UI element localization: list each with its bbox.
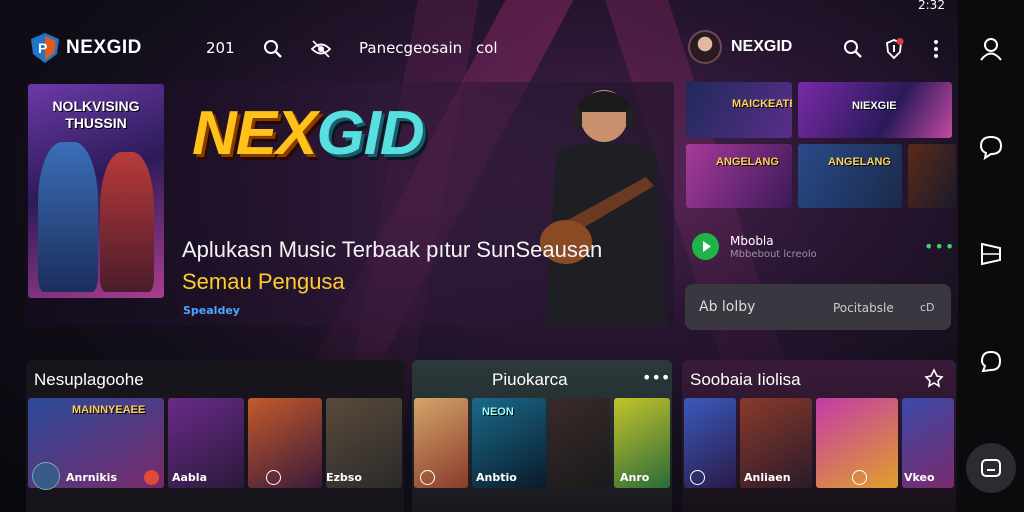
app-stage: P NEXGID 201 Panecgeosain col NEXGID NOL… bbox=[0, 0, 958, 512]
hero-headline: Aplukasn Music Terbaak pıtur SunSeausan bbox=[182, 237, 603, 262]
card-tile[interactable] bbox=[550, 398, 610, 488]
share-icon[interactable] bbox=[266, 470, 281, 485]
user-icon[interactable] bbox=[977, 35, 1005, 63]
hero-logo: NEXGID bbox=[192, 98, 425, 169]
logo-text-right: GID bbox=[316, 99, 424, 168]
home-button[interactable] bbox=[966, 443, 1016, 493]
card-tile[interactable] bbox=[248, 398, 322, 488]
tile-label: NEON bbox=[482, 406, 514, 418]
status-bar-time: 2:32 bbox=[918, 0, 945, 12]
bubble-icon[interactable] bbox=[977, 347, 1005, 375]
hero-subheadline: Semau Pengusa bbox=[182, 269, 345, 294]
now-playing-subtitle: Mbbebout lcreolo bbox=[730, 249, 817, 260]
card-title: Nesuplagoohe bbox=[34, 370, 144, 389]
tile-caption: Anbtio bbox=[476, 471, 517, 484]
shield-icon[interactable] bbox=[883, 38, 905, 60]
chat-icon[interactable] bbox=[977, 133, 1005, 161]
home-icon bbox=[981, 459, 1001, 477]
avatar[interactable] bbox=[32, 462, 60, 490]
card-title: Piuokarca bbox=[492, 370, 568, 389]
poster-title: NOLKVISING THUSSIN bbox=[52, 98, 140, 131]
search-input[interactable]: Ab lolby Pocitabsle cD bbox=[685, 284, 951, 330]
hero-poster[interactable]: NOLKVISING THUSSIN bbox=[28, 84, 164, 298]
now-playing-menu[interactable]: ••• bbox=[924, 237, 955, 256]
search-option[interactable]: cD bbox=[920, 301, 935, 314]
hero-tag[interactable]: Spealdey bbox=[183, 304, 240, 317]
more-horizontal-icon[interactable]: ••• bbox=[642, 368, 670, 387]
logo-text-left: NEX bbox=[192, 99, 317, 168]
tile-caption: Vkeo bbox=[904, 471, 935, 484]
more-vertical-icon[interactable] bbox=[925, 38, 947, 60]
app-logo-icon[interactable]: P bbox=[30, 32, 60, 64]
search-input-text: Ab lolby bbox=[699, 299, 756, 315]
badge-icon bbox=[852, 470, 867, 485]
share-icon[interactable] bbox=[690, 470, 705, 485]
svg-text:P: P bbox=[38, 40, 47, 56]
search-filter-label[interactable]: Pocitabsle bbox=[833, 301, 894, 315]
flag-icon[interactable] bbox=[977, 240, 1005, 268]
now-playing-title: Mbobla bbox=[730, 234, 774, 248]
badge-icon bbox=[144, 470, 159, 485]
playlist-thumb[interactable]: ANGELANG bbox=[798, 144, 902, 208]
tile-caption: Anrnikis bbox=[66, 471, 118, 484]
side-rail: 2:32 bbox=[918, 0, 1024, 512]
poster-figure bbox=[38, 142, 98, 292]
search-icon[interactable] bbox=[842, 38, 864, 60]
card-title: Soobaia Iiolisa bbox=[690, 370, 801, 389]
category-card[interactable]: Piuokarca ••• NEON Anbtio Anro bbox=[412, 360, 672, 512]
thumb-label: MAICKEATER bbox=[732, 98, 792, 110]
pin-icon[interactable] bbox=[924, 368, 944, 388]
playlist-thumb[interactable] bbox=[908, 144, 956, 208]
hero-artist-image bbox=[540, 90, 666, 326]
thumb-label: ANGELANG bbox=[828, 156, 891, 168]
play-icon bbox=[703, 241, 711, 252]
nav-link-primary[interactable]: Panecgeosain bbox=[359, 39, 462, 57]
playlist-thumb[interactable]: NIEXGIE bbox=[798, 82, 952, 138]
nav-link-secondary[interactable]: col bbox=[476, 39, 498, 57]
brand-name[interactable]: NEXGID bbox=[66, 37, 142, 59]
category-card[interactable]: Nesuplagoohe MAINNYEAEE Anrnikis Aabla E… bbox=[26, 360, 404, 512]
play-button[interactable] bbox=[692, 233, 719, 260]
playlist-thumb[interactable]: ANGELANG bbox=[686, 144, 792, 208]
top-nav: P NEXGID 201 Panecgeosain col NEXGID bbox=[0, 28, 958, 70]
thumb-label: ANGELANG bbox=[716, 156, 779, 168]
share-icon[interactable] bbox=[420, 470, 435, 485]
hero-banner[interactable]: NOLKVISING THUSSIN NEXGID Aplukasn Music… bbox=[26, 82, 674, 326]
eye-icon[interactable] bbox=[310, 38, 332, 60]
avatar[interactable] bbox=[688, 30, 722, 64]
search-icon[interactable] bbox=[262, 38, 284, 60]
thumb-label: NIEXGIE bbox=[852, 100, 897, 112]
profile-name[interactable]: NEXGID bbox=[731, 38, 792, 56]
tile-caption: Anliaen bbox=[744, 471, 791, 484]
poster-figure bbox=[100, 152, 154, 292]
tile-caption: Ezbso bbox=[326, 471, 362, 484]
tile-label: MAINNYEAEE bbox=[72, 404, 146, 416]
playlist-thumb[interactable]: MAICKEATER bbox=[686, 82, 792, 138]
tile-caption: Aabla bbox=[172, 471, 208, 484]
tile-caption: Anro bbox=[620, 471, 650, 484]
nav-number[interactable]: 201 bbox=[206, 39, 235, 57]
category-card[interactable]: Soobaia Iiolisa Anliaen Vkeo bbox=[682, 360, 956, 512]
